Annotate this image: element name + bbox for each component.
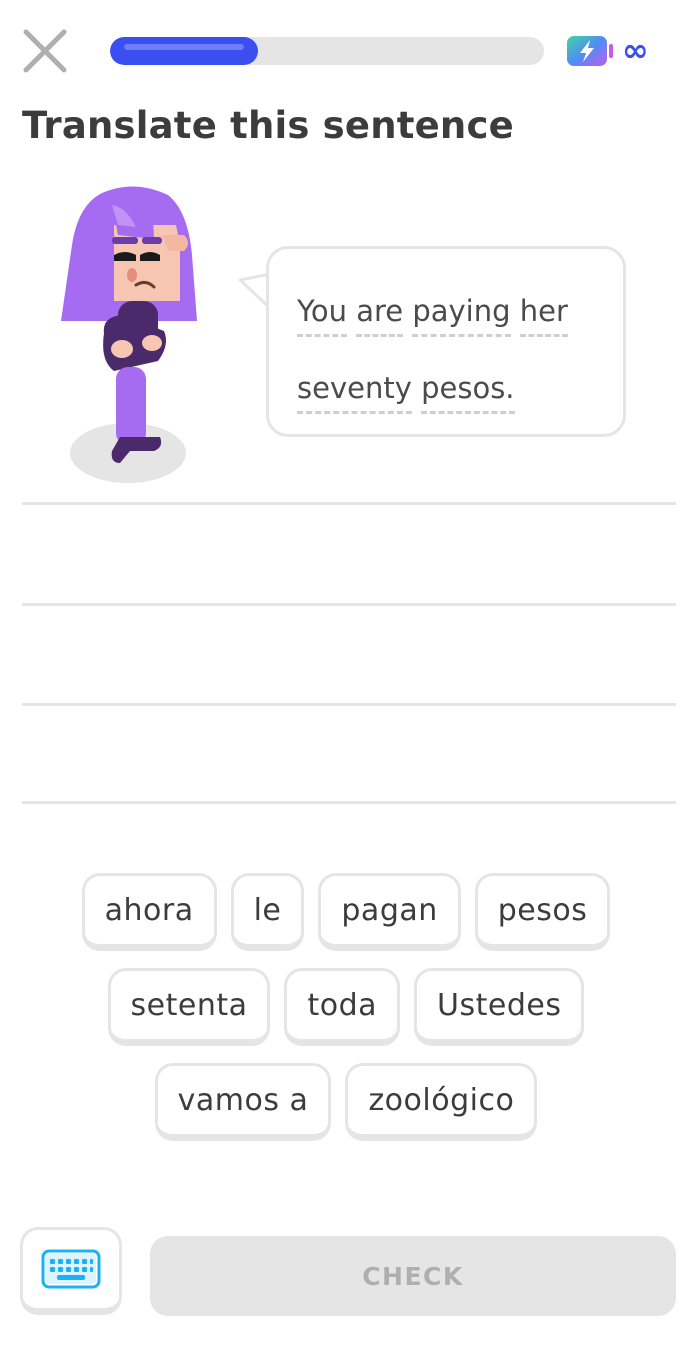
close-icon — [23, 29, 67, 73]
answer-line — [22, 703, 676, 706]
word-tile[interactable]: Ustedes — [414, 968, 585, 1046]
word-bank-row: ahora le pagan pesos — [81, 873, 611, 951]
word-tile[interactable]: pesos — [474, 873, 611, 951]
character-illustration — [61, 186, 197, 483]
prompt-word[interactable]: paying — [412, 294, 511, 337]
word-tile[interactable]: zoológico — [345, 1063, 538, 1141]
lesson-progress-fill — [110, 37, 258, 65]
word-bank: ahora le pagan pesos setenta toda Ustedes vamos… — [0, 873, 692, 1141]
word-bank-row: vamos a zoológico — [154, 1063, 538, 1141]
keyboard-icon — [41, 1249, 101, 1289]
word-tile[interactable]: vamos a — [154, 1063, 332, 1141]
word-bank-row: setenta toda Ustedes — [107, 968, 585, 1046]
close-button[interactable] — [22, 28, 68, 74]
word-tile[interactable]: setenta — [107, 968, 271, 1046]
keyboard-toggle-button[interactable] — [20, 1227, 122, 1315]
energy-battery-icon — [567, 36, 613, 66]
prompt-speech-bubble: You are paying her seventy pesos. — [266, 246, 626, 437]
prompt-word[interactable]: her — [519, 294, 568, 337]
answer-line — [22, 502, 676, 505]
prompt-word[interactable]: pesos. — [421, 371, 515, 414]
word-tile[interactable]: le — [230, 873, 305, 951]
prompt-word[interactable]: are — [356, 294, 404, 337]
prompt-sentence: You are paying her seventy pesos. — [297, 273, 607, 427]
page-title: Translate this sentence — [22, 104, 514, 147]
energy-value: ∞ — [622, 31, 649, 69]
lesson-progress-bar — [110, 37, 544, 65]
prompt-word[interactable]: You — [297, 294, 347, 337]
word-tile[interactable]: ahora — [81, 873, 217, 951]
word-tile[interactable]: toda — [284, 968, 401, 1046]
check-button[interactable]: CHECK — [150, 1236, 676, 1316]
answer-line — [22, 603, 676, 606]
prompt-word[interactable]: seventy — [297, 371, 412, 414]
answer-line — [22, 801, 676, 804]
word-tile[interactable]: pagan — [318, 873, 461, 951]
